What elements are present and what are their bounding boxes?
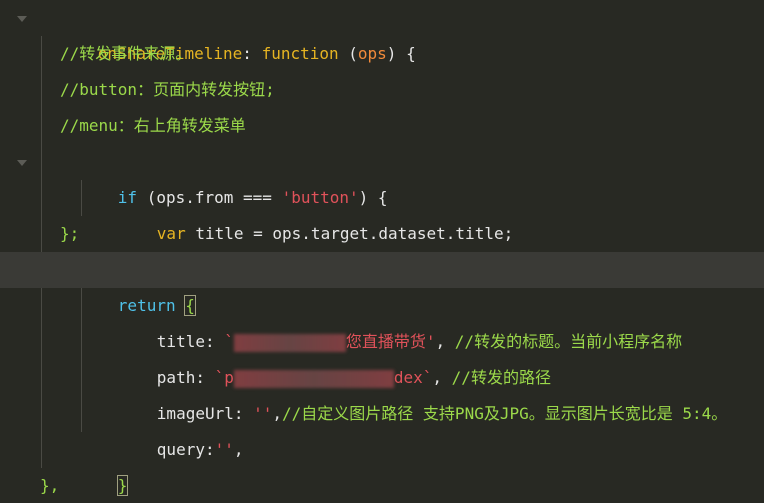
code-line: //button：页面内转发按钮; xyxy=(0,72,764,108)
code-line: }; xyxy=(60,224,80,243)
code-line: } xyxy=(0,432,764,496)
code-line: title: ` 您直播带货', //转发的标题。当前小程序名称 xyxy=(156,332,683,352)
comment: //menu：右上角转发菜单 xyxy=(60,116,246,135)
code-line: }, xyxy=(40,476,60,495)
code-line: //menu：右上角转发菜单 xyxy=(0,108,764,144)
code-line: path: `p dex`, //转发的路径 xyxy=(156,368,551,388)
code-editor[interactable]: onShareTimeline: function (ops) { //转发事件… xyxy=(0,0,764,503)
comment: //button：页面内转发按钮; xyxy=(60,80,275,99)
current-line: return { xyxy=(0,252,764,316)
code-line: //转发事件来源。 xyxy=(0,36,764,72)
code-line: imageUrl: '',//自定义图片路径 支持PNG及JPG。显示图片长宽比… xyxy=(156,404,728,423)
code-line: query:'', xyxy=(156,440,244,459)
code-line: var title = ops.target.dataset.title; xyxy=(156,224,514,243)
code-line: onShareTimeline: function (ops) { xyxy=(97,44,416,63)
code-line: if (ops.from === 'button') { xyxy=(117,188,388,207)
comment: //转发事件来源。 xyxy=(60,44,192,63)
